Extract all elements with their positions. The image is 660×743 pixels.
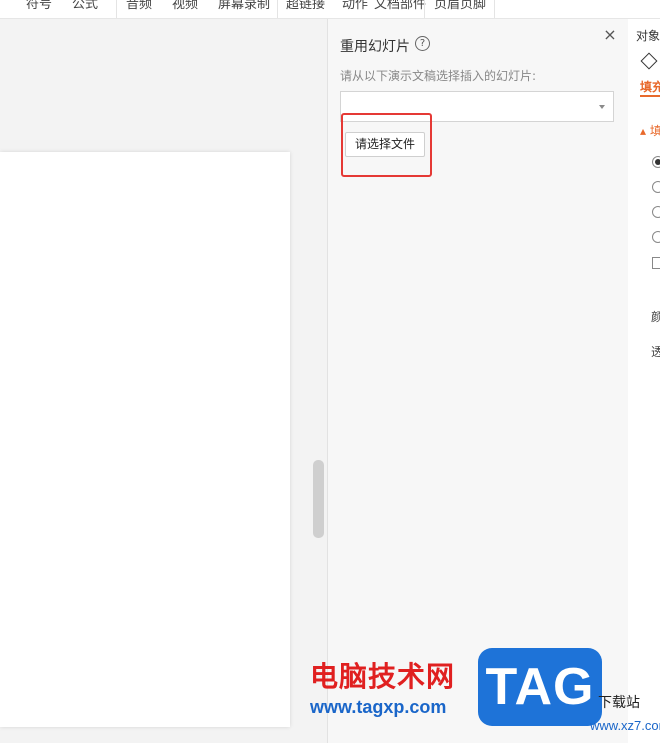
toolbar-hyperlink-button[interactable]: 超链接: [286, 0, 325, 12]
fill-option-radio[interactable]: [652, 231, 660, 243]
slide-page[interactable]: [0, 152, 290, 727]
toolbar-action-button[interactable]: 动作: [342, 0, 368, 12]
toolbar-separator: [494, 0, 495, 18]
properties-title: 对象属性: [636, 29, 660, 43]
watermark-side-text: 下载站: [598, 695, 640, 711]
toolbar-header-footer-button[interactable]: 页眉页脚: [434, 0, 486, 12]
fill-option-radio[interactable]: [652, 156, 660, 168]
color-label: 颜色: [651, 310, 660, 324]
ribbon-toolbar: 符号 公式 音频 视频 屏幕录制 超链接 动作 文档部件 页眉页脚: [0, 0, 660, 19]
toolbar-screen-record-button[interactable]: 屏幕录制: [218, 0, 270, 12]
tab-fill[interactable]: 填充: [640, 78, 660, 95]
fill-option-radio[interactable]: [652, 181, 660, 193]
chevron-down-icon[interactable]: [599, 105, 605, 109]
pane-hint-text: 请从以下演示文稿选择插入的幻灯片:: [340, 69, 537, 83]
help-icon[interactable]: ?: [415, 36, 430, 51]
transparency-label: 透明度: [651, 345, 660, 359]
toolbar-separator: [116, 0, 117, 18]
pane-title: 重用幻灯片: [340, 39, 410, 55]
toolbar-audio-button[interactable]: 音频: [126, 0, 152, 12]
close-icon[interactable]: ×: [603, 27, 617, 43]
toolbar-symbol-button[interactable]: 符号: [26, 0, 52, 12]
fill-section-header[interactable]: ▴ 填充: [640, 122, 660, 139]
fill-option-checkbox[interactable]: [652, 257, 660, 269]
canvas-scrollbar-thumb[interactable]: [313, 460, 324, 538]
toolbar-doc-parts-button[interactable]: 文档部件: [374, 0, 426, 12]
active-tab-indicator: [640, 95, 660, 97]
toolbar-separator: [424, 0, 425, 18]
toolbar-separator: [277, 0, 278, 18]
toolbar-formula-button[interactable]: 公式: [72, 0, 98, 12]
toolbar-video-button[interactable]: 视频: [172, 0, 198, 12]
watermark-url: www.tagxp.com: [310, 697, 447, 717]
choose-file-button[interactable]: 请选择文件: [345, 132, 425, 157]
watermark-small-url: www.xz7.com: [590, 718, 660, 733]
watermark-site-name: 电脑技术网: [310, 660, 456, 693]
watermark-tag-logo: TAG: [478, 648, 602, 726]
fill-option-radio[interactable]: [652, 206, 660, 218]
